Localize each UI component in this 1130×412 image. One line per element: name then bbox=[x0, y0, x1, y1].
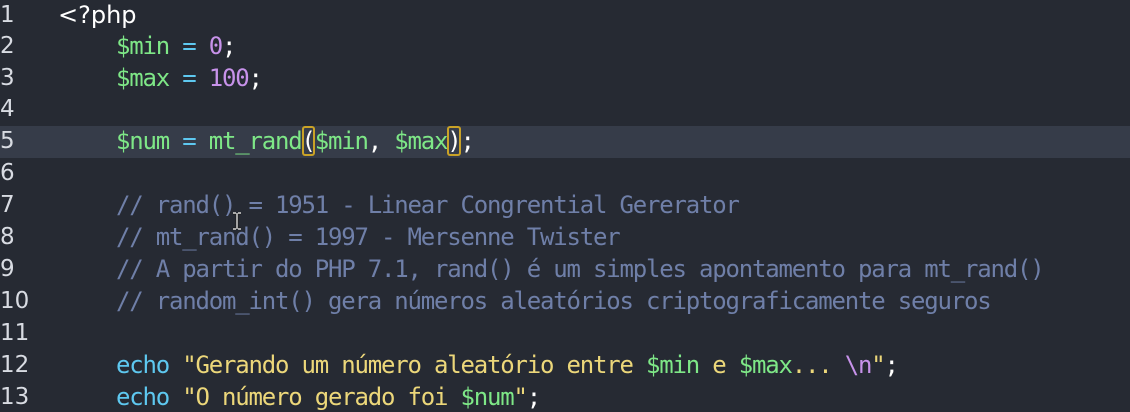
semicolon-token: ; bbox=[526, 383, 541, 411]
operator-token: = bbox=[169, 64, 209, 92]
line-number: 7 bbox=[0, 192, 15, 218]
line-number: 4 bbox=[0, 96, 15, 122]
code-text: <?php bbox=[58, 0, 137, 32]
semicolon-token: ; bbox=[248, 64, 263, 92]
line-number: 10 bbox=[0, 288, 30, 314]
matched-open-paren: ( bbox=[301, 127, 316, 155]
interpolated-variable-token: $min bbox=[645, 351, 700, 379]
variable-token: $max bbox=[116, 64, 170, 92]
keyword-token: echo bbox=[116, 351, 170, 379]
line-number: 9 bbox=[0, 256, 15, 282]
semicolon-token: ; bbox=[222, 32, 236, 60]
code-line[interactable]: 6 bbox=[0, 158, 1130, 190]
code-line[interactable]: 9 // A partir do PHP 7.1, rand() é um si… bbox=[0, 254, 1130, 286]
variable-token: $min bbox=[116, 32, 170, 60]
code-line[interactable]: 12 echo "Gerando um número aleatório ent… bbox=[0, 350, 1130, 382]
code-editor[interactable]: 1 <?php 2 $min = 0; 3 $max = 100; 4 5 $n… bbox=[0, 0, 1130, 412]
code-text: $num = mt_rand($min, $max); bbox=[116, 126, 475, 158]
operator-token: = bbox=[169, 127, 209, 155]
line-number: 1 bbox=[0, 2, 15, 28]
comma-token: , bbox=[367, 127, 395, 155]
variable-token: $num bbox=[116, 127, 170, 155]
line-number: 2 bbox=[0, 33, 15, 59]
line-number: 11 bbox=[0, 320, 30, 346]
argument-token: $max bbox=[394, 127, 448, 155]
code-text: $max = 100; bbox=[116, 63, 263, 95]
comment-token: // random_int() gera números aleatórios … bbox=[116, 287, 992, 315]
line-number: 5 bbox=[0, 128, 15, 154]
line-number: 6 bbox=[0, 160, 15, 186]
string-token: "Gerando um número aleatório entre bbox=[182, 351, 646, 379]
interpolated-variable-token: $num bbox=[460, 383, 514, 411]
string-token: e bbox=[698, 351, 739, 379]
code-line[interactable]: 7 // rand() = 1951 - Linear Congrential … bbox=[0, 190, 1130, 222]
comment-token: // rand() = 1951 - Linear Congrential Ge… bbox=[116, 191, 740, 219]
line-number: 13 bbox=[0, 384, 30, 410]
code-line-current[interactable]: 5 $num = mt_rand($min, $max); bbox=[0, 126, 1130, 158]
php-open-tag: <?php bbox=[58, 1, 137, 29]
interpolated-variable-token: $max bbox=[738, 351, 793, 379]
semicolon-token: ; bbox=[884, 351, 898, 379]
text-cursor-icon bbox=[233, 212, 241, 230]
string-token: " bbox=[871, 351, 885, 379]
string-token: " bbox=[513, 383, 527, 411]
string-token: ... bbox=[791, 351, 845, 379]
code-text: $min = 0; bbox=[116, 31, 236, 63]
code-line[interactable]: 3 $max = 100; bbox=[0, 63, 1130, 95]
number-token: 100 bbox=[208, 64, 250, 92]
keyword-token: echo bbox=[116, 383, 170, 411]
argument-token: $min bbox=[314, 127, 369, 155]
number-token: 0 bbox=[208, 32, 223, 60]
operator-token: = bbox=[169, 32, 209, 60]
code-text: echo "Gerando um número aleatório entre … bbox=[116, 350, 899, 382]
semicolon-token: ; bbox=[460, 127, 475, 155]
code-line[interactable]: 11 bbox=[0, 318, 1130, 350]
code-line[interactable]: 4 bbox=[0, 94, 1130, 126]
line-number: 8 bbox=[0, 224, 15, 250]
code-line[interactable]: 2 $min = 0; bbox=[0, 31, 1130, 63]
comment-token: // A partir do PHP 7.1, rand() é um simp… bbox=[116, 255, 1045, 283]
function-token: mt_rand bbox=[208, 127, 303, 155]
comment-token: // mt_rand() = 1997 - Mersenne Twister bbox=[116, 223, 621, 251]
code-line[interactable]: 1 <?php bbox=[0, 0, 1130, 32]
line-number: 3 bbox=[0, 65, 15, 91]
code-line[interactable]: 8 // mt_rand() = 1997 - Mersenne Twister bbox=[0, 222, 1130, 254]
code-line[interactable]: 13 echo "O número gerado foi $num"; bbox=[0, 382, 1130, 412]
code-text: echo "O número gerado foi $num"; bbox=[116, 382, 541, 412]
line-number: 12 bbox=[0, 352, 30, 378]
string-token: "O número gerado foi bbox=[182, 383, 461, 411]
escape-sequence-token: \n bbox=[844, 351, 873, 379]
matched-close-paren: ) bbox=[447, 127, 461, 155]
code-line[interactable]: 10 // random_int() gera números aleatóri… bbox=[0, 286, 1130, 318]
